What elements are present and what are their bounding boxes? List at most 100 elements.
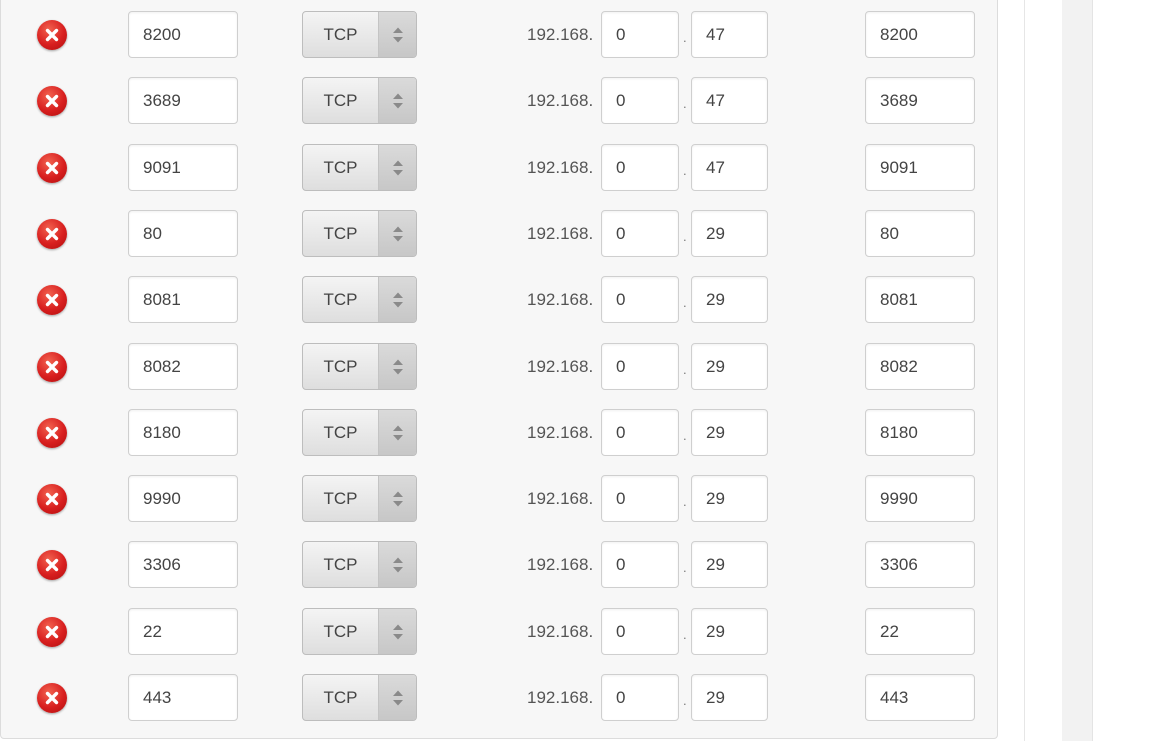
- close-icon: [45, 691, 59, 705]
- protocol-select-value: TCP: [323, 688, 358, 707]
- protocol-select[interactable]: TCP: [302, 77, 417, 125]
- up-down-arrows-icon: [393, 292, 403, 308]
- ip-octet-separator: .: [683, 693, 687, 708]
- external-port-input[interactable]: 8200: [128, 11, 238, 58]
- ip-octet3-input[interactable]: 0: [601, 607, 679, 655]
- port-forwarding-rule-row: 80 TCP 192.168. 0 . 29 80: [1, 209, 999, 258]
- external-port-input[interactable]: 443: [128, 674, 238, 721]
- delete-rule-button[interactable]: [37, 616, 67, 647]
- internal-port-input[interactable]: 22: [865, 607, 975, 655]
- delete-rule-button[interactable]: [37, 152, 67, 183]
- ip-octet-separator: .: [683, 626, 687, 642]
- external-port-input[interactable]: 80: [128, 209, 238, 257]
- ip-octet4-input[interactable]: 47: [691, 143, 768, 191]
- ip-prefix-label: 192.168.: [527, 422, 594, 442]
- ip-octet4-input[interactable]: 29: [691, 408, 768, 456]
- external-port-input[interactable]: 9091: [128, 143, 238, 191]
- internal-port-input[interactable]: 9091: [865, 143, 975, 191]
- ip-octet-separator: .: [683, 30, 687, 45]
- protocol-select-value: TCP: [323, 290, 358, 310]
- internal-port-input[interactable]: 8200: [865, 11, 975, 58]
- close-icon: [45, 227, 59, 241]
- external-port-input[interactable]: 3306: [128, 541, 238, 589]
- ip-octet-separator: .: [683, 96, 687, 112]
- delete-rule-button[interactable]: [37, 218, 67, 249]
- protocol-select[interactable]: TCP: [302, 475, 417, 523]
- close-icon: [45, 559, 59, 572]
- external-port-input[interactable]: 3689: [128, 77, 238, 125]
- protocol-select[interactable]: TCP: [302, 541, 417, 589]
- internal-port-input[interactable]: 3689: [865, 77, 975, 125]
- ip-octet3-input[interactable]: 0: [601, 408, 679, 456]
- ip-prefix-label: 192.168.: [527, 489, 594, 509]
- external-port-input[interactable]: 22: [128, 607, 238, 655]
- up-down-arrows-icon: [393, 27, 403, 43]
- ip-octet4-input[interactable]: 47: [691, 77, 768, 125]
- ip-prefix-label: 192.168.: [527, 688, 594, 707]
- protocol-select[interactable]: TCP: [302, 143, 417, 191]
- select-arrows: [378, 409, 416, 455]
- protocol-select[interactable]: TCP: [302, 209, 417, 257]
- ip-octet3-input[interactable]: 0: [601, 276, 679, 324]
- external-port-input[interactable]: 9990: [128, 475, 238, 523]
- delete-rule-button[interactable]: [37, 285, 67, 316]
- external-port-input[interactable]: 8180: [128, 408, 238, 456]
- internal-port-input[interactable]: 8082: [865, 342, 975, 390]
- ip-octet4-input[interactable]: 29: [691, 475, 768, 523]
- ip-octet-separator: .: [683, 494, 687, 510]
- ip-octet4-input[interactable]: 29: [691, 276, 768, 324]
- external-port-input[interactable]: 8082: [128, 342, 238, 390]
- protocol-select-value: TCP: [323, 25, 358, 44]
- ip-octet3-input[interactable]: 0: [601, 541, 679, 589]
- protocol-select[interactable]: TCP: [302, 408, 417, 456]
- delete-rule-button[interactable]: [37, 550, 67, 581]
- up-down-arrows-icon: [393, 160, 403, 176]
- up-down-arrows-icon: [393, 93, 403, 109]
- internal-port-input[interactable]: 3306: [865, 541, 975, 589]
- delete-rule-button[interactable]: [37, 417, 67, 448]
- ip-octet3-input[interactable]: 0: [601, 11, 679, 58]
- ip-octet4-input[interactable]: 29: [691, 342, 768, 390]
- ip-octet4-input[interactable]: 47: [691, 11, 768, 58]
- delete-rule-button[interactable]: [37, 683, 67, 713]
- close-icon: [45, 95, 59, 108]
- select-arrows: [378, 277, 416, 323]
- ip-octet3-input[interactable]: 0: [601, 342, 679, 390]
- protocol-select[interactable]: TCP: [302, 11, 417, 58]
- ip-octet3-input[interactable]: 0: [601, 77, 679, 125]
- internal-port-input[interactable]: 443: [865, 674, 975, 721]
- ip-octet4-input[interactable]: 29: [691, 541, 768, 589]
- port-forwarding-rule-row: 3689 TCP 192.168. 0 . 47 3689: [1, 77, 999, 125]
- protocol-select[interactable]: TCP: [302, 607, 417, 655]
- ip-octet3-input[interactable]: 0: [601, 674, 679, 721]
- ip-octet4-input[interactable]: 29: [691, 209, 768, 257]
- ip-octet3-input[interactable]: 0: [601, 475, 679, 523]
- delete-rule-button[interactable]: [37, 484, 67, 515]
- protocol-select-value: TCP: [323, 489, 358, 509]
- ip-octet3-input[interactable]: 0: [601, 143, 679, 191]
- select-arrows: [378, 675, 416, 720]
- internal-port-input[interactable]: 8180: [865, 408, 975, 456]
- protocol-select-value: TCP: [323, 356, 358, 376]
- up-down-arrows-icon: [393, 226, 403, 242]
- protocol-select[interactable]: TCP: [302, 674, 417, 721]
- delete-rule-button[interactable]: [37, 20, 67, 50]
- ip-prefix-label: 192.168.: [527, 356, 594, 376]
- delete-rule-button[interactable]: [37, 86, 67, 117]
- internal-port-input[interactable]: 9990: [865, 475, 975, 523]
- ip-octet3-input[interactable]: 0: [601, 209, 679, 257]
- protocol-select-value: TCP: [323, 223, 358, 243]
- internal-port-input[interactable]: 8081: [865, 276, 975, 324]
- port-forwarding-rule-row: 8200 TCP 192.168. 0 . 47 8200: [1, 11, 999, 59]
- internal-port-input[interactable]: 80: [865, 209, 975, 257]
- up-down-arrows-icon: [393, 624, 403, 640]
- delete-rule-button[interactable]: [37, 351, 67, 382]
- protocol-select[interactable]: TCP: [302, 276, 417, 324]
- ip-octet4-input[interactable]: 29: [691, 607, 768, 655]
- select-arrows: [378, 542, 416, 588]
- ip-octet4-input[interactable]: 29: [691, 674, 768, 721]
- external-port-input[interactable]: 8081: [128, 276, 238, 324]
- protocol-select[interactable]: TCP: [302, 342, 417, 390]
- close-icon: [45, 360, 59, 373]
- ip-prefix-label: 192.168.: [527, 25, 594, 44]
